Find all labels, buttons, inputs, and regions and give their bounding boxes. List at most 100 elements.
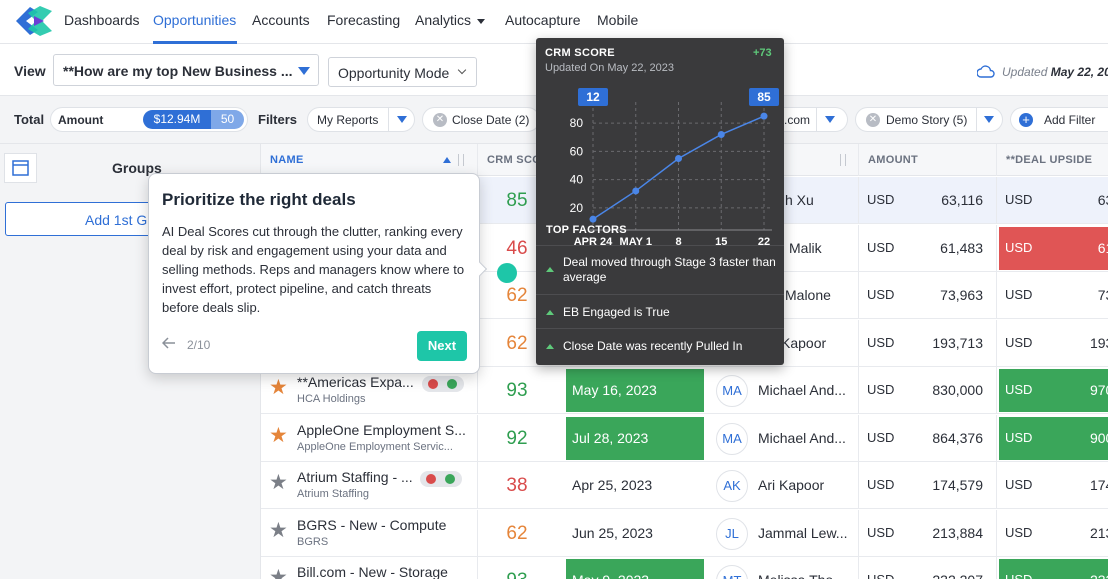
nav-mobile[interactable]: Mobile xyxy=(597,12,638,28)
amount-deal-count: 50 xyxy=(211,110,244,129)
crm-score[interactable]: 92 xyxy=(494,428,540,450)
column-divider xyxy=(996,177,997,224)
score-label: 85 xyxy=(757,90,771,104)
column-divider xyxy=(858,320,859,367)
remove-filter-icon[interactable]: ✕ xyxy=(866,113,880,127)
dropdown-triangle-icon[interactable] xyxy=(397,116,407,123)
cloud-sync-icon xyxy=(977,65,995,78)
nav-forecasting[interactable]: Forecasting xyxy=(327,12,400,28)
add-filter-button[interactable]: + Add Filter xyxy=(1010,107,1108,132)
clari-logo-icon[interactable] xyxy=(14,3,54,39)
column-divider xyxy=(996,510,997,557)
table-row[interactable]: ★ Bill.com - New - Storage 93 May 9, 2023 MT… xyxy=(261,557,1108,579)
favorite-star-icon[interactable]: ★ xyxy=(269,425,288,446)
view-label: View xyxy=(14,63,46,79)
view-select[interactable]: **How are my top New Business ... xyxy=(53,54,319,86)
opportunity-name[interactable]: Bill.com - New - Storage xyxy=(297,564,448,579)
tour-beacon[interactable] xyxy=(497,263,517,283)
crm-score-tooltip: CRM SCORE +73 Updated On May 22, 2023 20… xyxy=(536,38,784,365)
sort-ascending-icon[interactable] xyxy=(443,157,451,163)
amount-value: 193,713 xyxy=(932,335,983,351)
tour-body: AI Deal Scores cut through the clutter, … xyxy=(162,224,465,315)
crm-score[interactable]: 62 xyxy=(494,285,540,307)
nav-analytics[interactable]: Analytics xyxy=(415,12,486,28)
account-name: HCA Holdings xyxy=(297,393,366,405)
favorite-star-icon[interactable]: ★ xyxy=(269,472,288,493)
account-name: BGRS xyxy=(297,536,329,548)
favorite-star-icon[interactable]: ★ xyxy=(269,377,288,398)
crm-score[interactable]: 93 xyxy=(494,380,540,402)
remove-filter-icon[interactable]: ✕ xyxy=(433,113,447,127)
crm-score[interactable]: 85 xyxy=(494,190,540,212)
nav-dashboards[interactable]: Dashboards xyxy=(64,12,140,28)
column-divider xyxy=(858,557,859,579)
opportunity-name[interactable]: **Americas Expa... xyxy=(297,374,414,390)
owner-name: Kapoor xyxy=(781,335,827,351)
mode-select[interactable]: Opportunity Mode xyxy=(328,57,477,87)
divider xyxy=(388,108,389,131)
amount-selector[interactable]: Amount $12.94M 50 xyxy=(50,107,248,132)
factor-text: EB Engaged is True xyxy=(563,305,670,319)
tour-next-button[interactable]: Next xyxy=(417,331,467,361)
factor-item: Deal moved through Stage 3 faster than a… xyxy=(536,245,784,294)
dropdown-triangle-icon xyxy=(298,67,310,75)
dropdown-triangle-icon[interactable] xyxy=(984,116,994,123)
filter-demo-story[interactable]: ✕ Demo Story (5) xyxy=(855,107,1003,132)
owner-name: Jammal Lew... xyxy=(758,525,848,541)
favorite-star-icon[interactable]: ★ xyxy=(269,567,288,579)
nav-autocapture[interactable]: Autocapture xyxy=(505,12,581,28)
owner-name: h Xu xyxy=(785,192,814,208)
table-row[interactable]: ★ BGRS - New - Compute BGRS 62 Jun 25, 2023 J… xyxy=(261,510,1108,557)
crm-score[interactable]: 38 xyxy=(494,475,540,497)
favorite-star-icon[interactable]: ★ xyxy=(269,520,288,541)
filter-close-date[interactable]: ✕ Close Date (2) xyxy=(422,107,540,132)
amount-value: 864,376 xyxy=(932,430,983,446)
nav-accounts[interactable]: Accounts xyxy=(252,12,310,28)
filter-label: Demo Story (5) xyxy=(886,113,968,127)
upside-currency: USD xyxy=(1005,572,1032,579)
column-header-deal-upside[interactable]: **DEAL UPSIDE xyxy=(1006,154,1092,166)
score-line xyxy=(592,115,765,220)
amount-value: 174,579 xyxy=(932,477,983,493)
column-resize-handle[interactable] xyxy=(840,154,846,166)
toggle-groups-button[interactable] xyxy=(4,153,37,183)
upside-currency: USD xyxy=(1005,525,1033,540)
upside-value: 63,1 xyxy=(1097,192,1108,208)
close-date: Jul 28, 2023 xyxy=(566,417,704,460)
owner-avatar: MA xyxy=(716,423,748,455)
column-divider xyxy=(858,367,859,414)
filter-account[interactable]: .com xyxy=(778,107,848,132)
nav-opportunities[interactable]: Opportunities xyxy=(153,12,236,28)
crm-score[interactable]: 62 xyxy=(494,523,540,545)
risk-indicators[interactable] xyxy=(420,471,462,487)
column-divider xyxy=(996,225,997,272)
risk-indicators[interactable] xyxy=(422,376,464,392)
upside-value: 174,5 xyxy=(1089,477,1108,493)
data-point xyxy=(675,154,682,162)
filter-my-reports[interactable]: My Reports xyxy=(307,107,415,132)
table-row[interactable]: ★ **Americas Expa... HCA Holdings 93 May 16,… xyxy=(261,367,1108,414)
column-divider xyxy=(858,462,859,509)
column-divider xyxy=(996,144,997,176)
chevron-down-icon xyxy=(477,18,486,24)
close-date: Jun 25, 2023 xyxy=(572,525,653,541)
crm-score[interactable]: 93 xyxy=(494,570,540,579)
column-resize-handle[interactable] xyxy=(458,154,464,166)
upside-currency: USD xyxy=(1005,287,1033,302)
opportunity-name[interactable]: BGRS - New - Compute xyxy=(297,517,446,533)
column-header-amount[interactable]: AMOUNT xyxy=(868,154,918,166)
crm-score[interactable]: 46 xyxy=(494,238,540,260)
table-row[interactable]: ★ Atrium Staffing - ... Atrium Staffing 38 A… xyxy=(261,462,1108,509)
column-header-name[interactable]: NAME xyxy=(270,154,304,166)
account-name: Atrium Staffing xyxy=(297,488,369,500)
crm-score-delta: +73 xyxy=(753,47,772,59)
crm-score[interactable]: 62 xyxy=(494,333,540,355)
owner-name: Melissa Tho... xyxy=(758,572,845,579)
opportunity-name[interactable]: Atrium Staffing - ... xyxy=(297,469,413,485)
opportunity-name[interactable]: AppleOne Employment S... xyxy=(297,422,466,438)
table-row[interactable]: ★ AppleOne Employment S... AppleOne Employ… xyxy=(261,415,1108,462)
dropdown-triangle-icon[interactable] xyxy=(825,116,835,123)
crm-updated-date: Updated On May 22, 2023 xyxy=(545,62,675,74)
arrow-left-icon[interactable] xyxy=(162,337,176,349)
owner-name: Malone xyxy=(785,287,831,303)
